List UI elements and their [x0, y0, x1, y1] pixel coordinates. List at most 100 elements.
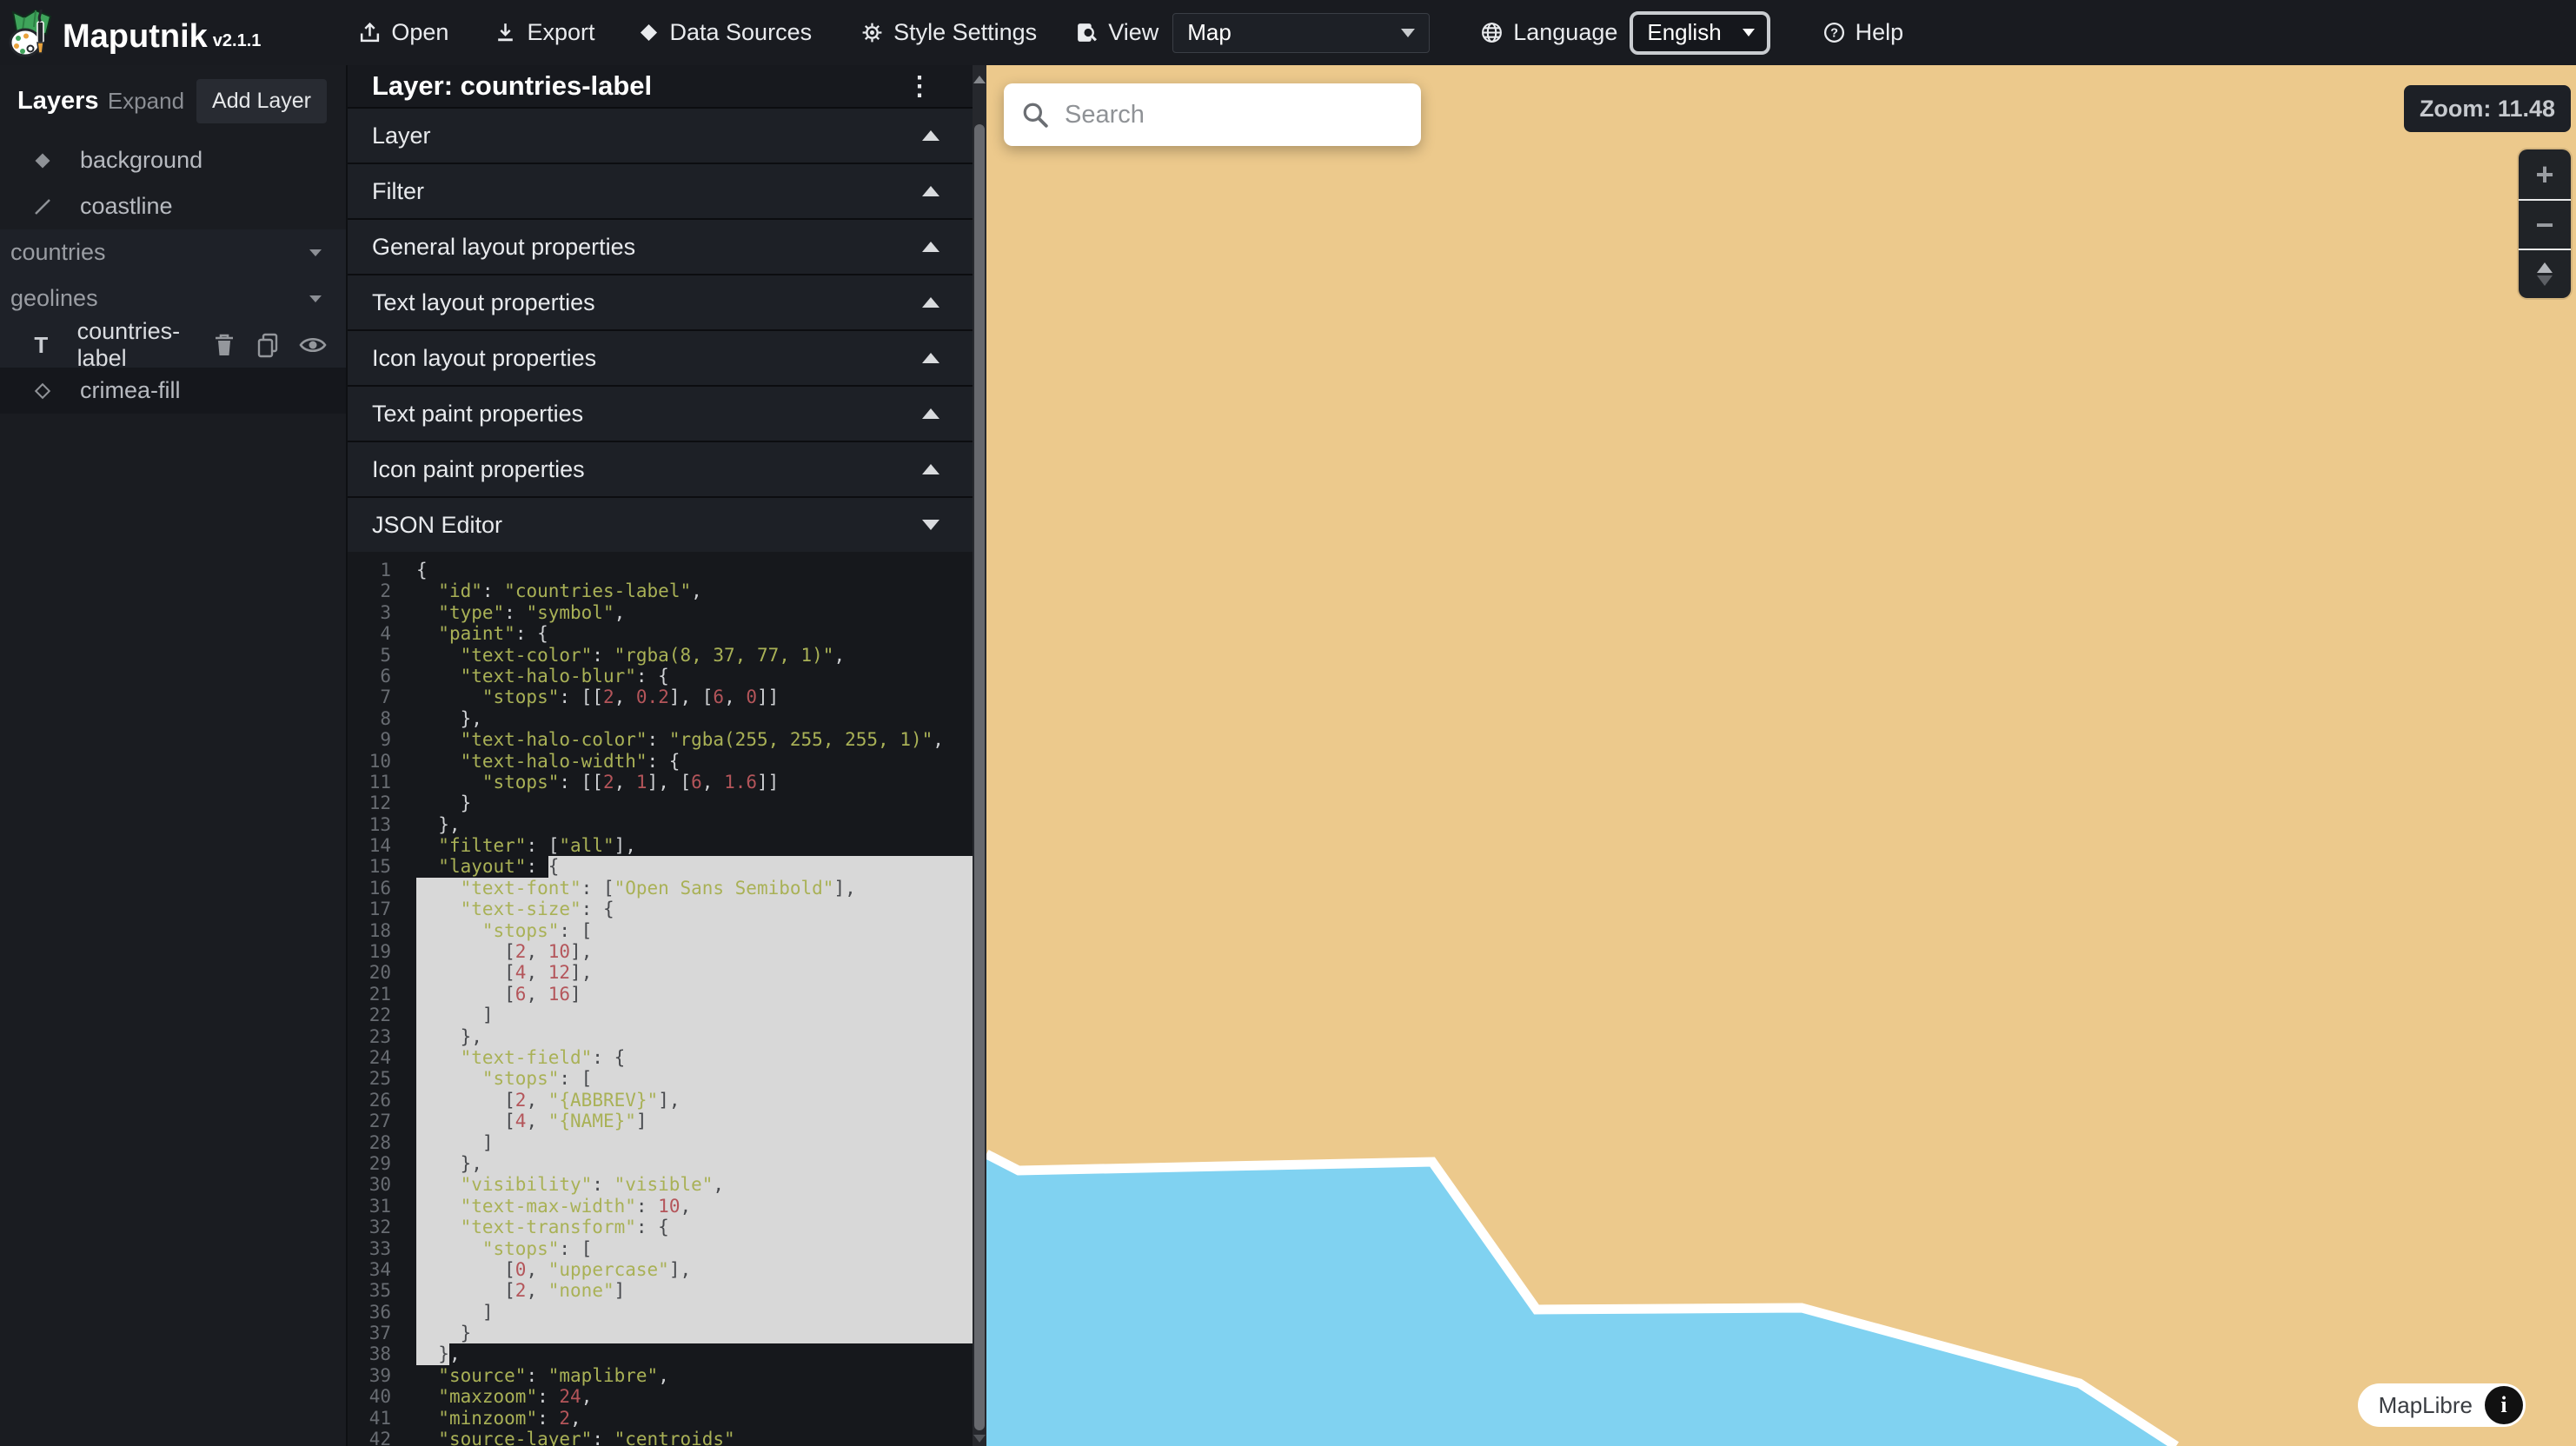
section-general-layout-properties[interactable]: General layout properties [348, 218, 973, 274]
section-text-paint-properties[interactable]: Text paint properties [348, 385, 973, 441]
line-number: 14 [348, 835, 403, 856]
kebab-menu-icon[interactable]: ⋮ [906, 71, 933, 102]
code-content: "minzoom": 2, [403, 1408, 973, 1429]
json-editor[interactable]: 1{2 "id": "countries-label",3 "type": "s… [348, 552, 973, 1446]
layer-item-background[interactable]: background [0, 137, 346, 183]
add-layer-button[interactable]: Add Layer [196, 79, 327, 123]
line-number: 29 [348, 1153, 403, 1174]
zoom-out-button[interactable]: − [2519, 199, 2571, 249]
code-content: [4, "{NAME}"] [403, 1111, 973, 1131]
duplicate-icon[interactable] [256, 332, 280, 358]
code-line: 11 "stops": [[2, 1], [6, 1.6]] [348, 772, 973, 793]
delete-icon[interactable] [212, 332, 236, 358]
code-content: ] [403, 1132, 973, 1153]
line-number: 41 [348, 1408, 403, 1429]
code-line: 32 "text-transform": { [348, 1217, 973, 1237]
code-line: 19 [2, 10], [348, 941, 973, 962]
code-content: ] [403, 1005, 973, 1025]
line-number: 1 [348, 560, 403, 580]
code-content: } [403, 1323, 973, 1343]
layer-item-label: countries-label [77, 318, 212, 372]
pitch-down-icon [2537, 275, 2553, 286]
caret-down-icon[interactable] [309, 249, 322, 256]
section-text-layout-properties[interactable]: Text layout properties [348, 274, 973, 329]
code-line: 34 [0, "uppercase"], [348, 1259, 973, 1280]
line-number: 16 [348, 878, 403, 899]
section-icon-layout-properties[interactable]: Icon layout properties [348, 329, 973, 385]
line-number: 28 [348, 1132, 403, 1153]
code-content: ] [403, 1302, 973, 1323]
code-line: 36 ] [348, 1302, 973, 1323]
language-select[interactable]: English [1630, 11, 1769, 55]
code-line: 7 "stops": [[2, 0.2], [6, 0]] [348, 687, 973, 707]
expand-icon [922, 464, 939, 474]
section-label: JSON Editor [372, 512, 502, 539]
line-number: 31 [348, 1196, 403, 1217]
section-label: Text layout properties [372, 289, 595, 316]
data-sources-button[interactable]: Data Sources [637, 19, 813, 46]
section-label: Layer [372, 123, 431, 149]
line-number: 12 [348, 793, 403, 813]
caret-down-icon[interactable] [309, 295, 322, 302]
line-number: 18 [348, 920, 403, 941]
scrollbar-thumb[interactable] [974, 124, 985, 1430]
map-canvas[interactable]: Zoom: 11.48 + − MapLibre i [986, 65, 2576, 1446]
scroll-down-icon[interactable] [973, 1435, 986, 1443]
layer-editor-header: Layer: countries-label ⋮ [348, 65, 973, 107]
attribution-link[interactable]: MapLibre [2379, 1392, 2473, 1419]
app-brand: Maputnik v2.1.1 [9, 8, 261, 58]
code-content: "visibility": "visible", [403, 1174, 973, 1195]
code-content: "source": "maplibre", [403, 1365, 973, 1386]
export-button[interactable]: Export [494, 19, 594, 46]
code-line: 13 }, [348, 814, 973, 835]
editor-scrollbar[interactable] [973, 65, 986, 1446]
line-number: 38 [348, 1343, 403, 1364]
line-number: 36 [348, 1302, 403, 1323]
layer-item-label: background [80, 147, 202, 174]
layer-group-countries[interactable]: countries [0, 229, 346, 275]
pitch-reset-button[interactable] [2519, 249, 2571, 298]
view-select[interactable]: Map [1172, 13, 1430, 53]
chevron-down-icon [1401, 29, 1415, 37]
layer-item-coastline[interactable]: coastline [0, 183, 346, 229]
layers-header: Layers Expand Add Layer [0, 65, 346, 137]
style-settings-button[interactable]: Style Settings [860, 19, 1037, 46]
code-content: "text-halo-blur": { [403, 666, 973, 687]
line-number: 19 [348, 941, 403, 962]
section-json-editor[interactable]: JSON Editor [348, 496, 973, 552]
code-line: 2 "id": "countries-label", [348, 580, 973, 601]
line-number: 6 [348, 666, 403, 687]
layer-group-label: countries [10, 239, 106, 266]
line-number: 3 [348, 602, 403, 623]
visibility-icon[interactable] [299, 334, 327, 356]
layer-group-geolines[interactable]: geolines [0, 275, 346, 322]
layer-item-crimea-fill[interactable]: crimea-fill [0, 368, 346, 414]
code-line: 22 ] [348, 1005, 973, 1025]
line-number: 7 [348, 687, 403, 707]
code-line: 17 "text-size": { [348, 899, 973, 919]
code-line: 6 "text-halo-blur": { [348, 666, 973, 687]
expand-button[interactable]: Expand [108, 88, 184, 115]
open-button[interactable]: Open [358, 19, 448, 46]
search-input[interactable] [1065, 101, 1404, 129]
help-button[interactable]: ? Help [1822, 19, 1904, 46]
code-line: 1{ [348, 560, 973, 580]
code-content: } [403, 793, 973, 813]
layer-item-countries-label[interactable]: Tcountries-label [0, 322, 346, 368]
code-line: 14 "filter": ["all"], [348, 835, 973, 856]
zoom-in-button[interactable]: + [2519, 149, 2571, 199]
info-icon[interactable]: i [2485, 1386, 2523, 1424]
language-select-value: English [1647, 19, 1721, 46]
scroll-up-icon[interactable] [973, 76, 986, 83]
line-number: 25 [348, 1068, 403, 1089]
section-filter[interactable]: Filter [348, 163, 973, 218]
section-icon-paint-properties[interactable]: Icon paint properties [348, 441, 973, 496]
layer-item-label: crimea-fill [80, 377, 181, 404]
code-content: [0, "uppercase"], [403, 1259, 973, 1280]
code-content: "text-halo-width": { [403, 751, 973, 772]
expand-icon [922, 130, 939, 141]
code-line: 29 }, [348, 1153, 973, 1174]
code-line: 39 "source": "maplibre", [348, 1365, 973, 1386]
section-layer[interactable]: Layer [348, 107, 973, 163]
code-content: [2, "{ABBREV}"], [403, 1090, 973, 1111]
